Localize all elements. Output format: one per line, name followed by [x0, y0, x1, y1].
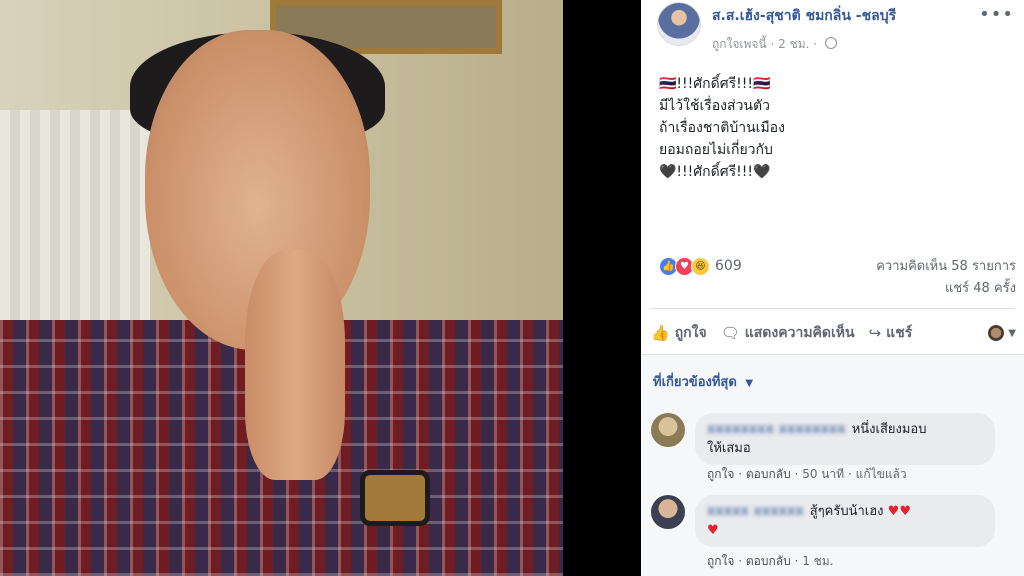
comment-actions: ถูกใจ · ตอบกลับ · 1 ชม. [707, 554, 834, 568]
comment-count[interactable]: ความคิดเห็น 58 รายการ [876, 256, 1016, 278]
comments-filter[interactable]: ที่เกี่ยวข้องที่สุด ▼ [653, 371, 753, 392]
post-time[interactable]: 2 ชม. [778, 37, 809, 51]
share-arrow-icon: ↪ [868, 324, 882, 342]
post-text-line: 🇹🇭!!!ศักดิ์ศรี!!!🇹🇭 [659, 76, 771, 92]
more-horizontal-icon[interactable]: ••• [979, 4, 1014, 25]
comment-bubble: xxxxx xxxxxx สู้ๆครับน้าเฮง ♥♥ ♥ [695, 495, 995, 547]
post-meta: ถูกใจเพจนี้ · 2 ชม. · [712, 35, 837, 54]
comment-reply-link[interactable]: ตอบกลับ [746, 467, 791, 481]
comment-edited[interactable]: แก้ไขแล้ว [856, 467, 907, 481]
post-photo[interactable] [0, 0, 563, 576]
share-label: แชร์ [886, 325, 913, 341]
like-label: ถูกใจ [674, 325, 707, 341]
haha-reaction-icon: 😆 [691, 256, 710, 276]
post-panel: ส.ส.เฮ้ง-สุชาติ ชมกลิ่น -ชลบุรี ถูกใจเพจ… [641, 0, 1024, 576]
commenter-avatar[interactable] [651, 413, 685, 447]
comment-bubble: xxxxxxxx xxxxxxxx หนึ่งเสียงมอบ ให้เสมอ [695, 413, 995, 465]
comments-section: ที่เกี่ยวข้องที่สุด ▼ xxxxxxxx xxxxxxxx ห… [641, 354, 1024, 576]
reactions-summary[interactable]: 👍 ♥ 😆 609 [659, 256, 742, 276]
heart-emoji: ♥♥ [887, 504, 911, 519]
post-text-line: ยอมถอยไม่เกี่ยวกับ [659, 142, 773, 158]
comment-like-link[interactable]: ถูกใจ [707, 554, 734, 568]
meta-separator: · [770, 37, 779, 51]
comment-time[interactable]: 1 ชม. [802, 554, 833, 568]
post-actions: 👍 ถูกใจ 🗨 แสดงความคิดเห็น ↪ แชร์ ▼ [651, 320, 1016, 346]
post-header: ส.ส.เฮ้ง-สุชาติ ชมกลิ่น -ชลบุรี ถูกใจเพจ… [641, 0, 1024, 60]
meta-separator-2: · [813, 37, 821, 51]
globe-icon [824, 37, 837, 49]
comment-time[interactable]: 50 นาที [802, 467, 844, 481]
like-button[interactable]: 👍 ถูกใจ [651, 322, 707, 344]
commenter-avatar[interactable] [651, 495, 685, 529]
comment-text: สู้ๆครับน้าเฮง [809, 504, 884, 519]
author-name[interactable]: ส.ส.เฮ้ง-สุชาติ ชมกลิ่น -ชลบุรี [712, 5, 896, 27]
viewer-avatar [988, 325, 1005, 341]
reaction-count: 609 [715, 258, 742, 274]
post-text-line: มีไว้ใช้เรื่องส่วนตัว [659, 98, 770, 114]
comment-text: หนึ่งเสียงมอบ [851, 422, 927, 437]
engagement-counts: ความคิดเห็น 58 รายการ แชร์ 48 ครั้ง [876, 256, 1016, 300]
comment-like-link[interactable]: ถูกใจ [707, 467, 734, 481]
comments-filter-label: ที่เกี่ยวข้องที่สุด [653, 375, 737, 390]
comment-reply-link[interactable]: ตอบกลับ [746, 554, 791, 568]
like-page-link[interactable]: ถูกใจเพจนี้ [712, 37, 767, 51]
post-text: 🇹🇭!!!ศักดิ์ศรี!!!🇹🇭 มีไว้ใช้เรื่องส่วนตั… [659, 73, 1009, 183]
divider [651, 308, 1014, 309]
photo-watch [360, 470, 430, 526]
photo-hands-wai [245, 250, 345, 480]
comment-button[interactable]: 🗨 แสดงความคิดเห็น [721, 322, 855, 344]
heart-emoji: ♥ [707, 523, 719, 538]
share-button[interactable]: ↪ แชร์ [869, 322, 913, 344]
post-as-selector[interactable]: ▼ [988, 325, 1016, 341]
share-count[interactable]: แชร์ 48 ครั้ง [876, 278, 1016, 300]
black-gap [563, 0, 641, 576]
thumbs-up-icon: 👍 [651, 324, 670, 342]
commenter-name[interactable]: xxxxx xxxxxx [707, 504, 804, 519]
author-avatar[interactable] [657, 2, 701, 46]
speech-bubble-icon: 🗨 [720, 324, 740, 342]
chevron-down-icon: ▼ [1008, 327, 1016, 339]
post-text-line: ถ้าเรื่องชาติบ้านเมือง [659, 120, 785, 136]
comment-text: ให้เสมอ [707, 441, 751, 456]
comment-actions: ถูกใจ · ตอบกลับ · 50 นาที · แก้ไขแล้ว [707, 467, 907, 481]
commenter-name[interactable]: xxxxxxxx xxxxxxxx [707, 422, 846, 437]
post-text-line: 🖤!!!ศักดิ์ศรี!!!🖤 [659, 164, 771, 180]
chevron-down-icon: ▼ [745, 378, 754, 389]
comment-label: แสดงความคิดเห็น [744, 325, 855, 341]
